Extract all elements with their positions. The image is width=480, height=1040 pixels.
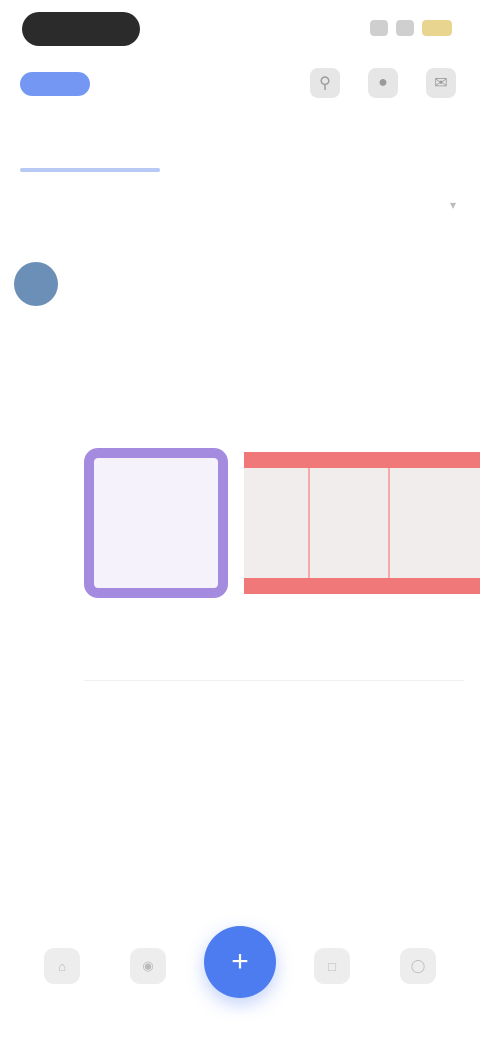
nav-profile[interactable]: ◯ [400,948,436,984]
profile-icon: ◯ [410,958,426,973]
tab-2[interactable] [160,124,320,174]
filter-row: ▾ [0,190,480,226]
active-tab-indicator [20,168,160,172]
search-button[interactable]: ⚲ [310,68,340,98]
top-bar: ⚲ ● ✉ [0,62,480,112]
compass-icon: ◉ [142,958,154,973]
media-filmstrip[interactable] [244,452,480,594]
feed-post[interactable] [0,250,480,700]
filmstrip-frame-divider [308,468,310,578]
mail-icon: ✉ [434,75,448,92]
plus-icon: + [231,945,249,978]
top-actions: ⚲ ● ✉ [310,68,456,98]
status-icons [370,20,452,36]
notifications-button[interactable]: ● [368,68,398,98]
avatar[interactable] [14,262,58,306]
status-time-pill [22,12,140,46]
wifi-icon [396,20,414,36]
bottom-nav: ⌂ ◉ + □ ◯ [0,920,480,1010]
nav-home[interactable]: ⌂ [44,948,80,984]
chevron-down-icon: ▾ [449,198,456,212]
battery-icon [422,20,452,36]
chat-icon: □ [328,958,336,974]
search-icon: ⚲ [319,75,331,92]
tab-1[interactable] [0,124,160,174]
home-icon: ⌂ [58,958,66,974]
brand-logo[interactable] [20,72,90,96]
signal-icon [370,20,388,36]
nav-explore[interactable]: ◉ [130,948,166,984]
create-post-button[interactable]: + [204,926,276,998]
bell-icon: ● [378,74,388,91]
tab-3[interactable] [320,124,480,174]
status-bar [0,0,480,60]
nav-messages[interactable]: □ [314,948,350,984]
tab-bar [0,124,480,174]
post-media [84,448,480,598]
messages-button[interactable]: ✉ [426,68,456,98]
filmstrip-frame-divider [388,468,390,578]
media-card[interactable] [84,448,228,598]
post-divider [84,680,464,681]
